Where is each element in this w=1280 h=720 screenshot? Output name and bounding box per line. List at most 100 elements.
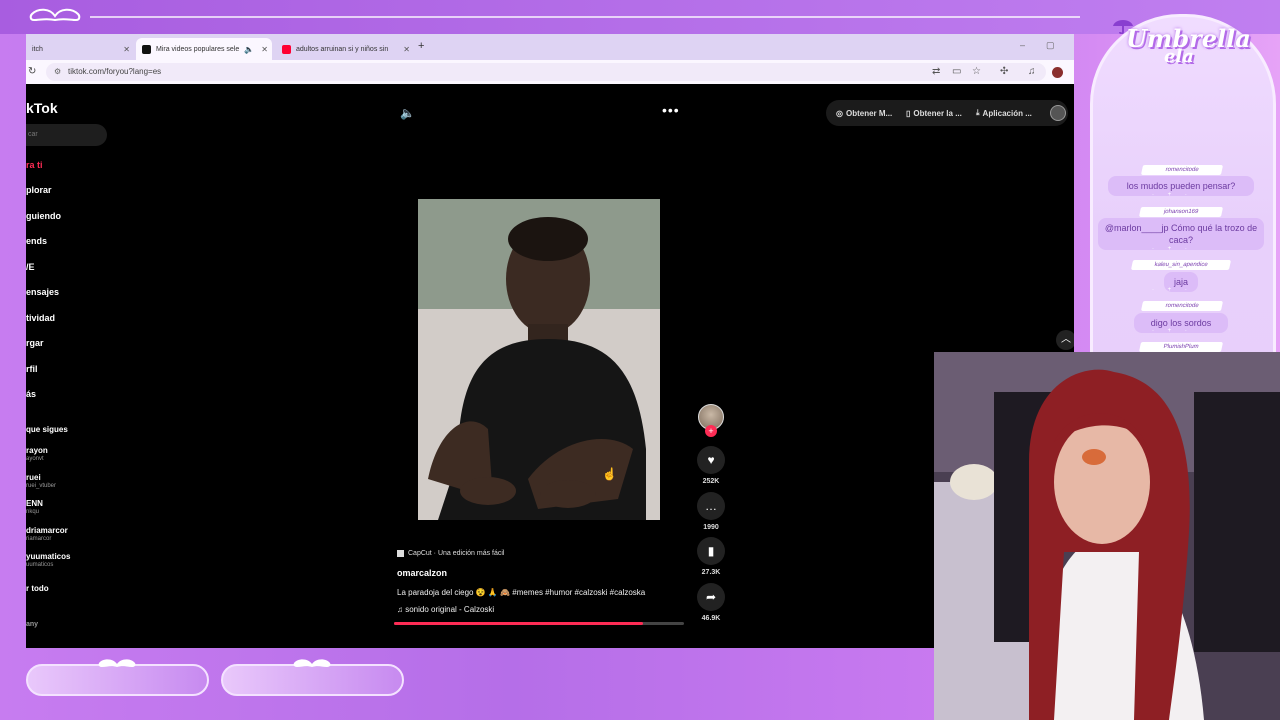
close-icon[interactable]: ✕ <box>403 45 410 54</box>
nav-profile[interactable]: rfil <box>26 364 38 374</box>
see-all-link[interactable]: r todo <box>26 584 49 593</box>
tab-tiktok[interactable]: Mira videos populares sele 🔈 ✕ <box>136 38 272 60</box>
nav-friends[interactable]: ends <box>26 236 47 246</box>
phone-icon: ▯ <box>906 108 911 118</box>
capcut-badge[interactable]: CapCut · Una edición más fácil <box>397 546 505 560</box>
following-name: ruei <box>26 473 41 482</box>
chat-username: kaleu_sin_apendice <box>1130 260 1232 270</box>
brand-logo: Umbrella ela <box>1110 18 1260 68</box>
following-handle: ruei_vtuber <box>26 483 57 489</box>
get-coins-button[interactable]: ◎ Obtener M... <box>836 104 892 122</box>
chat-separator: · + · <box>1152 287 1193 293</box>
like-count: 252K <box>702 478 720 485</box>
comment-button[interactable]: … 1990 <box>697 492 725 531</box>
button-label: Obtener la ... <box>913 108 962 118</box>
following-handle: riamarcor <box>26 536 52 542</box>
following-handle: nkqu <box>26 509 40 515</box>
site-info-icon[interactable]: ⚙ <box>54 63 61 81</box>
button-label: Aplicación ... <box>982 108 1032 118</box>
tab-label: adultos arruinan si y niños sin <box>296 45 389 53</box>
capcut-icon <box>397 549 404 557</box>
coin-icon: ◎ <box>836 108 843 118</box>
minimize-icon[interactable]: – <box>1020 40 1025 50</box>
translate-icon[interactable]: ⇄ <box>932 66 940 77</box>
speaker-icon[interactable]: 🔈 <box>244 45 254 54</box>
reload-icon[interactable]: ↻ <box>28 66 36 77</box>
following-item[interactable]: rayon ayonvt <box>26 446 48 464</box>
youtube-icon <box>282 44 291 54</box>
nav-activity[interactable]: tividad <box>26 313 55 323</box>
comment-count: 1990 <box>703 524 719 531</box>
nav-following[interactable]: guiendo <box>26 211 61 221</box>
tiktok-page: kTok car ra ti plorar guiendo ends /E en… <box>26 84 1074 648</box>
follow-plus-icon[interactable]: + <box>705 425 717 437</box>
extensions-icon[interactable]: ✣ <box>1000 66 1008 77</box>
video-description: La paradoja del ciego 😵 🙏 🙈 #memes #humo… <box>397 588 646 597</box>
close-icon[interactable]: ✕ <box>261 45 268 54</box>
tab-twitch[interactable]: itch ✕ <box>26 38 134 60</box>
volume-icon[interactable]: 🔈 <box>400 106 415 120</box>
download-icon: ⤓ <box>976 108 980 117</box>
maximize-icon[interactable]: ▢ <box>1046 40 1055 51</box>
following-handle: ayonvt <box>26 456 44 462</box>
chat-username: romencitode <box>1140 301 1224 311</box>
cast-icon[interactable]: ▭ <box>952 66 961 77</box>
following-heading: que sigues <box>26 425 68 434</box>
following-name: rayon <box>26 446 48 455</box>
save-button[interactable]: ▮ 27.3K <box>697 537 725 576</box>
more-icon[interactable]: ••• <box>662 102 680 118</box>
media-icon[interactable]: ♫ <box>1028 66 1036 77</box>
following-item[interactable]: driamarcor riamarcor <box>26 526 68 544</box>
bookmark-star-icon[interactable]: ☆ <box>972 66 981 77</box>
tab-youtube[interactable]: adultos arruinan si y niños sin ✕ <box>276 38 414 60</box>
nav-upload[interactable]: rgar <box>26 338 44 348</box>
nav-for-you[interactable]: ra ti <box>26 160 43 170</box>
tab-label: Mira videos populares sele <box>156 45 240 53</box>
chevron-up-icon[interactable]: ︿ <box>1056 330 1074 350</box>
user-avatar[interactable] <box>1050 105 1066 121</box>
following-name: driamarcor <box>26 526 68 535</box>
chat-username: romencitode <box>1140 165 1224 175</box>
following-name: yuumaticos <box>26 552 71 561</box>
following-item[interactable]: ruei ruei_vtuber <box>26 473 56 491</box>
company-link[interactable]: any <box>26 621 38 628</box>
share-button[interactable]: ➦ 46.9K <box>697 583 725 622</box>
search-input[interactable]: car <box>26 124 107 146</box>
chat-separator: · + · <box>1152 192 1193 198</box>
nav-live[interactable]: /E <box>26 262 35 272</box>
chat-username: PlumishPlum <box>1138 342 1224 352</box>
mustache-icon <box>98 659 136 667</box>
chat-separator: · + · <box>1152 246 1193 252</box>
overlay-divider <box>90 16 1080 18</box>
address-bar: ↻ ⚙ tiktok.com/foryou?lang=es ⇄ ▭ ☆ ✣ ♫ <box>26 60 1074 84</box>
following-item[interactable]: ENN nkqu <box>26 499 43 517</box>
save-count: 27.3K <box>701 569 721 576</box>
webcam-feed <box>934 352 1280 720</box>
tiktok-logo[interactable]: kTok <box>26 100 58 116</box>
profile-avatar[interactable] <box>1052 67 1063 78</box>
button-label: Obtener M... <box>845 108 893 118</box>
tab-label: itch <box>32 45 43 53</box>
video-progress-bar[interactable] <box>394 622 684 625</box>
nav-messages[interactable]: ensajes <box>26 287 59 297</box>
heart-icon: ♥ <box>697 446 725 474</box>
desktop-app-button[interactable]: ⤓ Aplicación ... <box>976 104 1032 122</box>
video-author[interactable]: omarcalzon <box>397 568 447 578</box>
tab-bar: itch ✕ Mira videos populares sele 🔈 ✕ ad… <box>26 34 1074 60</box>
nav-more[interactable]: ás <box>26 389 36 399</box>
following-item[interactable]: yuumaticos uumaticos <box>26 552 70 570</box>
brand-name-line2: ela <box>1164 46 1194 67</box>
mouse-cursor-icon: ☝ <box>602 467 617 481</box>
like-button[interactable]: ♥ 252K <box>697 446 725 485</box>
mustache-icon <box>293 659 331 667</box>
music-note-icon: ♫ <box>397 605 406 614</box>
close-icon[interactable]: ✕ <box>123 45 130 54</box>
capcut-label: CapCut · Una edición más fácil <box>408 549 505 557</box>
browser-window: itch ✕ Mira videos populares sele 🔈 ✕ ad… <box>26 34 1074 648</box>
nav-explore[interactable]: plorar <box>26 185 52 195</box>
video-sound[interactable]: ♫ sonido original - Calzoski <box>397 605 494 614</box>
url-field[interactable]: ⚙ tiktok.com/foryou?lang=es <box>46 63 1046 81</box>
video-player[interactable] <box>418 199 660 520</box>
new-tab-button[interactable]: + <box>418 40 424 52</box>
get-app-button[interactable]: ▯ Obtener la ... <box>906 104 962 122</box>
